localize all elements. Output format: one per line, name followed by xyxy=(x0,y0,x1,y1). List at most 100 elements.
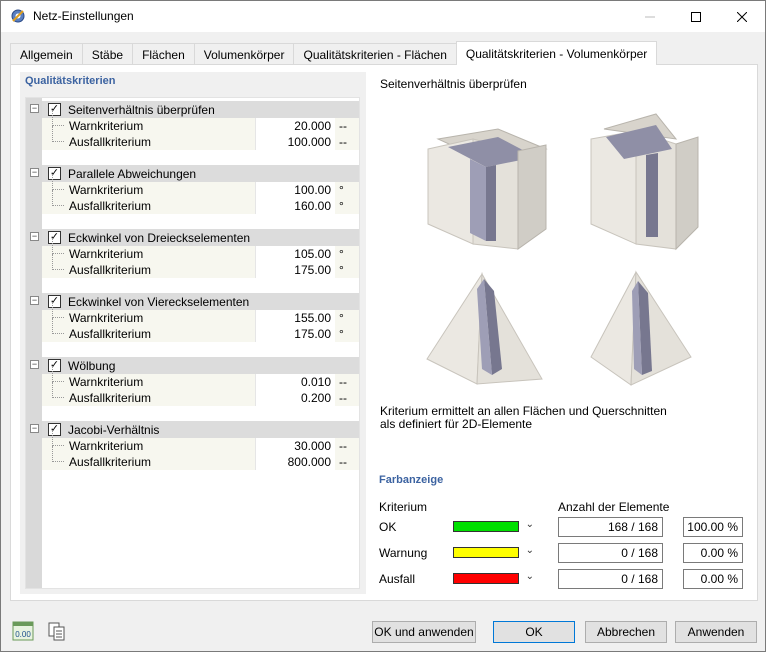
fail-unit: ° xyxy=(339,199,344,213)
warn-value-input[interactable]: 30.000 xyxy=(255,438,335,454)
failure-criterion-row: Ausfallkriterium 175.00 ° xyxy=(42,254,359,278)
collapse-toggle-icon[interactable]: − xyxy=(30,360,39,369)
collapse-toggle-icon[interactable]: − xyxy=(30,168,39,177)
collapse-toggle-icon[interactable]: − xyxy=(30,296,39,305)
warn-unit: -- xyxy=(339,439,347,453)
tab-staebe[interactable]: Stäbe xyxy=(81,43,134,65)
ok-and-apply-button[interactable]: OK und anwenden xyxy=(372,621,476,643)
criterion-label: Parallele Abweichungen xyxy=(68,167,197,181)
color-select[interactable]: ⌄ xyxy=(448,568,538,590)
tab-flaechen[interactable]: Flächen xyxy=(132,43,195,65)
warn-label: Warnkriterium xyxy=(69,183,144,197)
warn-label: Warnkriterium xyxy=(69,311,144,325)
element-percent-field: 0.00 % xyxy=(683,543,743,563)
tree-connector xyxy=(52,318,64,334)
criterion-column-header: Kriterium xyxy=(379,500,428,514)
collapse-toggle-icon[interactable]: − xyxy=(30,424,39,433)
tree-connector xyxy=(52,382,64,398)
tab-volumenkoerper[interactable]: Volumenkörper xyxy=(193,43,295,65)
failure-criterion-row: Ausfallkriterium 100.000 -- xyxy=(42,126,359,150)
ok-button[interactable]: OK xyxy=(493,621,575,643)
fail-value-input[interactable]: 175.00 xyxy=(255,262,335,278)
warn-label: Warnkriterium xyxy=(69,119,144,133)
tab-allgemein[interactable]: Allgemein xyxy=(10,43,83,65)
copy-settings-icon[interactable] xyxy=(46,621,68,641)
element-percent-field: 0.00 % xyxy=(683,569,743,589)
warning-criterion-row: Warnkriterium 100.00 ° xyxy=(42,174,359,198)
tab-quality-solids[interactable]: Qualitätskriterien - Volumenkörper xyxy=(455,41,658,65)
maximize-icon xyxy=(691,11,701,22)
fail-unit: -- xyxy=(339,455,347,469)
color-select[interactable]: ⌄ xyxy=(448,516,538,538)
criterion-row: − ✓ Eckwinkel von Viereckselementen xyxy=(30,293,359,310)
collapse-toggle-icon[interactable]: − xyxy=(30,232,39,241)
tree-connector xyxy=(52,110,64,126)
minimize-button[interactable] xyxy=(627,1,673,32)
color-swatch xyxy=(453,521,519,532)
tree-connector xyxy=(52,430,64,446)
fail-value-input[interactable]: 800.000 xyxy=(255,454,335,470)
chevron-down-icon: ⌄ xyxy=(525,519,534,530)
warning-criterion-row: Warnkriterium 105.00 ° xyxy=(42,238,359,262)
tab-quality-surfaces[interactable]: Qualitätskriterien - Flächen xyxy=(293,43,457,65)
criterion-row: − ✓ Parallele Abweichungen xyxy=(30,165,359,182)
warn-value-input[interactable]: 0.010 xyxy=(255,374,335,390)
fail-label: Ausfallkriterium xyxy=(69,455,152,469)
tree-connector xyxy=(52,446,64,462)
warn-label: Warnkriterium xyxy=(69,375,144,389)
fail-label: Ausfallkriterium xyxy=(69,327,152,341)
color-swatch xyxy=(453,573,519,584)
criterion-label: Eckwinkel von Viereckselementen xyxy=(68,295,250,309)
warn-label: Warnkriterium xyxy=(69,247,144,261)
aspect-ratio-pyramid-illustration-1 xyxy=(426,272,543,385)
fail-value-input[interactable]: 160.00 xyxy=(255,198,335,214)
criterion-row: − ✓ Eckwinkel von Dreieckselementen xyxy=(30,229,359,246)
tree-connector xyxy=(52,190,64,206)
tree-connector xyxy=(52,174,64,190)
color-row-label: Warnung xyxy=(379,546,428,560)
count-column-header: Anzahl der Elemente xyxy=(558,500,670,514)
cancel-button[interactable]: Abbrechen xyxy=(585,621,667,643)
color-swatch xyxy=(453,547,519,558)
criterion-row: − ✓ Seitenverhältnis überprüfen xyxy=(30,101,359,118)
failure-criterion-row: Ausfallkriterium 175.00 ° xyxy=(42,318,359,342)
warn-unit: -- xyxy=(339,119,347,133)
apply-button[interactable]: Anwenden xyxy=(675,621,757,643)
warn-value-input[interactable]: 100.00 xyxy=(255,182,335,198)
failure-criterion-row: Ausfallkriterium 800.000 -- xyxy=(42,446,359,470)
failure-criterion-row: Ausfallkriterium 160.00 ° xyxy=(42,190,359,214)
mesh-settings-icon xyxy=(11,9,25,23)
preview-title: Seitenverhältnis überprüfen xyxy=(380,77,527,91)
units-icon[interactable]: 0.00 xyxy=(12,621,34,641)
window-title: Netz-Einstellungen xyxy=(33,9,134,23)
warn-unit: ° xyxy=(339,247,344,261)
tree-connector xyxy=(52,126,64,142)
criterion-label: Eckwinkel von Dreieckselementen xyxy=(68,231,251,245)
fail-value-input[interactable]: 175.00 xyxy=(255,326,335,342)
fail-label: Ausfallkriterium xyxy=(69,263,152,277)
close-icon xyxy=(737,11,747,22)
criterion-label: Seitenverhältnis überprüfen xyxy=(68,103,215,117)
color-select[interactable]: ⌄ xyxy=(448,542,538,564)
warning-criterion-row: Warnkriterium 20.000 -- xyxy=(42,110,359,134)
tree-connector xyxy=(52,366,64,382)
chevron-down-icon: ⌄ xyxy=(525,545,534,556)
fail-value-input[interactable]: 0.200 xyxy=(255,390,335,406)
fail-value-input[interactable]: 100.000 xyxy=(255,134,335,150)
svg-text:0.00: 0.00 xyxy=(15,630,31,639)
aspect-ratio-pyramid-illustration-2 xyxy=(590,270,692,386)
preview-description-line2: als definiert für 2D-Elemente xyxy=(380,417,533,431)
aspect-ratio-cube-illustration-1 xyxy=(427,128,548,250)
maximize-button[interactable] xyxy=(673,1,719,32)
collapse-toggle-icon[interactable]: − xyxy=(30,104,39,113)
warn-value-input[interactable]: 20.000 xyxy=(255,118,335,134)
element-count-field: 0 / 168 xyxy=(558,569,663,589)
dialog-window: Netz-Einstellungen Allgemein Stäbe Fläch… xyxy=(0,0,766,652)
warning-criterion-row: Warnkriterium 155.00 ° xyxy=(42,302,359,326)
warn-value-input[interactable]: 155.00 xyxy=(255,310,335,326)
tree-connector xyxy=(52,302,64,318)
warning-criterion-row: Warnkriterium 30.000 -- xyxy=(42,430,359,454)
warn-value-input[interactable]: 105.00 xyxy=(255,246,335,262)
close-button[interactable] xyxy=(719,1,765,32)
criteria-group-title: Qualitätskriterien xyxy=(25,75,116,87)
